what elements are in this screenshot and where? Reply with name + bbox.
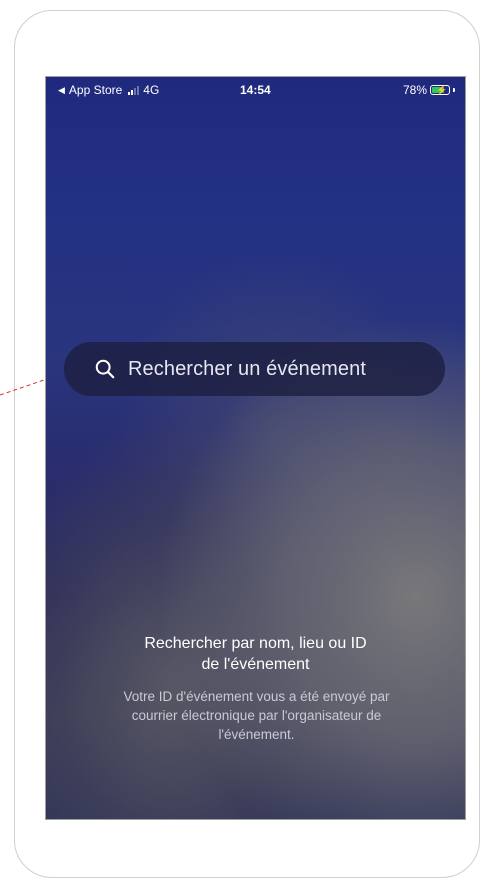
battery-cap [453,88,455,92]
status-time: 14:54 [240,83,271,97]
search-hint-title: Rechercher par nom, lieu ou ID de l'évén… [46,633,465,675]
network-type: 4G [143,83,160,97]
status-left[interactable]: ◀ App Store 4G [58,83,159,97]
event-search-input[interactable]: Rechercher un événement [64,342,445,396]
search-hint-body: Votre ID d'événement vous a été envoyé p… [66,687,447,744]
charging-bolt-icon: ⚡ [436,85,448,95]
status-right: 78% ⚡ [403,83,455,97]
battery-icon: ⚡ [430,85,450,95]
search-icon [95,359,115,379]
search-hint-body-line3: l'événement. [218,727,295,742]
back-triangle-icon: ◀ [58,84,65,95]
back-to-app-store-label: App Store [68,83,123,97]
search-hint-body-line1: Votre ID d'événement vous a été envoyé p… [123,689,390,704]
search-placeholder: Rechercher un événement [128,357,366,380]
search-hint-title-line1: Rechercher par nom, lieu ou ID [144,635,367,652]
app-screen: ◀ App Store 4G 14:54 78% ⚡ Rechercher un [45,76,466,820]
battery-percent: 78% [402,83,427,97]
search-hint-title-line2: de l'événement [201,656,310,673]
status-bar: ◀ App Store 4G 14:54 78% ⚡ [46,77,465,103]
search-hint-body-line2: courrier électronique par l'organisateur… [131,708,382,723]
signal-icon [128,85,140,95]
